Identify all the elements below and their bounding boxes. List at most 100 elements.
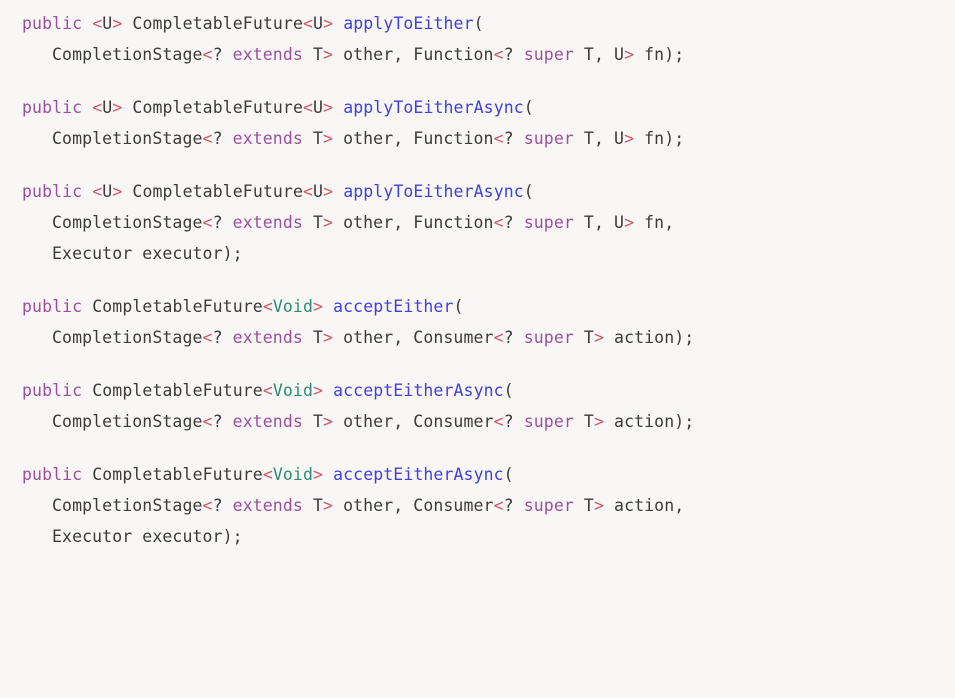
token-type: U	[102, 14, 113, 33]
code-line: CompletionStage<? extends T> other, Cons…	[0, 406, 955, 437]
token-angle: <	[202, 412, 213, 431]
code-line: CompletionStage<? extends T> other, Cons…	[0, 322, 955, 353]
token-angle: >	[322, 412, 334, 431]
token-type: T, U	[573, 213, 625, 232]
token-void: Void	[272, 381, 313, 400]
token-type: T	[302, 496, 323, 515]
token-kw: extends	[232, 45, 303, 64]
token-void: Void	[272, 297, 313, 316]
token-angle: <	[202, 213, 213, 232]
token-type: CompletionStage	[52, 328, 203, 347]
code-line: public <U> CompletableFuture<U> applyToE…	[0, 8, 955, 39]
token-angle: >	[112, 14, 123, 33]
token-angle: >	[323, 182, 334, 201]
token-plain: other, Consumer	[333, 496, 494, 515]
token-plain: Executor executor);	[52, 527, 243, 546]
token-type: CompletableFuture	[82, 381, 263, 400]
signature-block-applyToEither: public <U> CompletableFuture<U> applyToE…	[0, 0, 955, 70]
token-type: CompletionStage	[52, 129, 203, 148]
token-angle: >	[322, 129, 334, 148]
token-kw: public	[22, 14, 83, 33]
token-angle: <	[92, 182, 103, 201]
token-angle: >	[322, 45, 334, 64]
token-type: CompletionStage	[52, 213, 203, 232]
token-type: U	[102, 182, 113, 201]
token-type: CompletionStage	[52, 496, 203, 515]
token-type: U	[313, 98, 324, 117]
token-plain: ?	[212, 328, 223, 347]
token-angle: >	[624, 45, 635, 64]
token-kw: extends	[232, 213, 303, 232]
token-plain: (	[453, 297, 464, 316]
token-type: CompletableFuture	[122, 14, 303, 33]
code-line: public CompletableFuture<Void> acceptEit…	[0, 375, 955, 406]
token-kw: super	[523, 328, 574, 347]
token-angle: >	[323, 98, 334, 117]
token-type: CompletionStage	[52, 412, 203, 431]
token-kw: super	[523, 412, 574, 431]
token-angle: >	[593, 328, 605, 347]
token-type: CompletableFuture	[122, 182, 303, 201]
code-line: public CompletableFuture<Void> acceptEit…	[0, 291, 955, 322]
token-type: U	[102, 98, 113, 117]
token-method: acceptEither	[333, 297, 454, 316]
token-angle: <	[262, 381, 273, 400]
token-kw: public	[22, 98, 83, 117]
token-type: CompletableFuture	[122, 98, 303, 117]
token-plain: ?	[503, 45, 514, 64]
token-angle: <	[92, 14, 103, 33]
token-plain: ?	[503, 412, 514, 431]
signature-block-acceptEitherAsync-executor: public CompletableFuture<Void> acceptEit…	[0, 459, 955, 552]
token-plain: other, Consumer	[333, 412, 494, 431]
token-angle: <	[493, 412, 504, 431]
token-kw: public	[22, 465, 83, 484]
token-angle: <	[493, 328, 504, 347]
token-kw: super	[523, 45, 574, 64]
code-line: public <U> CompletableFuture<U> applyToE…	[0, 92, 955, 123]
token-kw: super	[523, 496, 574, 515]
token-angle: <	[92, 98, 103, 117]
token-plain: ?	[212, 129, 223, 148]
token-plain: fn,	[634, 213, 675, 232]
token-angle: >	[112, 98, 123, 117]
token-angle: <	[493, 496, 504, 515]
token-type: T	[573, 328, 594, 347]
token-angle: >	[322, 328, 334, 347]
token-type: T	[573, 496, 594, 515]
token-plain: other, Function	[333, 45, 494, 64]
token-angle: <	[202, 328, 213, 347]
token-angle: <	[202, 45, 213, 64]
token-plain: Executor executor);	[52, 244, 243, 263]
token-type: T	[302, 412, 323, 431]
token-angle: >	[624, 213, 635, 232]
token-method: applyToEitherAsync	[343, 98, 524, 117]
token-type: T	[302, 129, 323, 148]
token-plain: (	[523, 182, 534, 201]
token-kw: public	[22, 297, 83, 316]
token-plain: ?	[503, 496, 514, 515]
token-plain: ?	[212, 496, 223, 515]
token-angle: >	[313, 297, 324, 316]
token-type: T	[302, 45, 323, 64]
code-line: public <U> CompletableFuture<U> applyToE…	[0, 176, 955, 207]
token-angle: >	[322, 213, 334, 232]
code-line: Executor executor);	[0, 238, 955, 269]
code-line: public CompletableFuture<Void> acceptEit…	[0, 459, 955, 490]
token-kw: public	[22, 381, 83, 400]
token-plain: other, Function	[333, 129, 494, 148]
token-type: U	[313, 182, 324, 201]
token-angle: <	[493, 45, 504, 64]
token-type: T	[302, 328, 323, 347]
token-plain: other, Consumer	[333, 328, 494, 347]
signature-block-acceptEither: public CompletableFuture<Void> acceptEit…	[0, 291, 955, 353]
